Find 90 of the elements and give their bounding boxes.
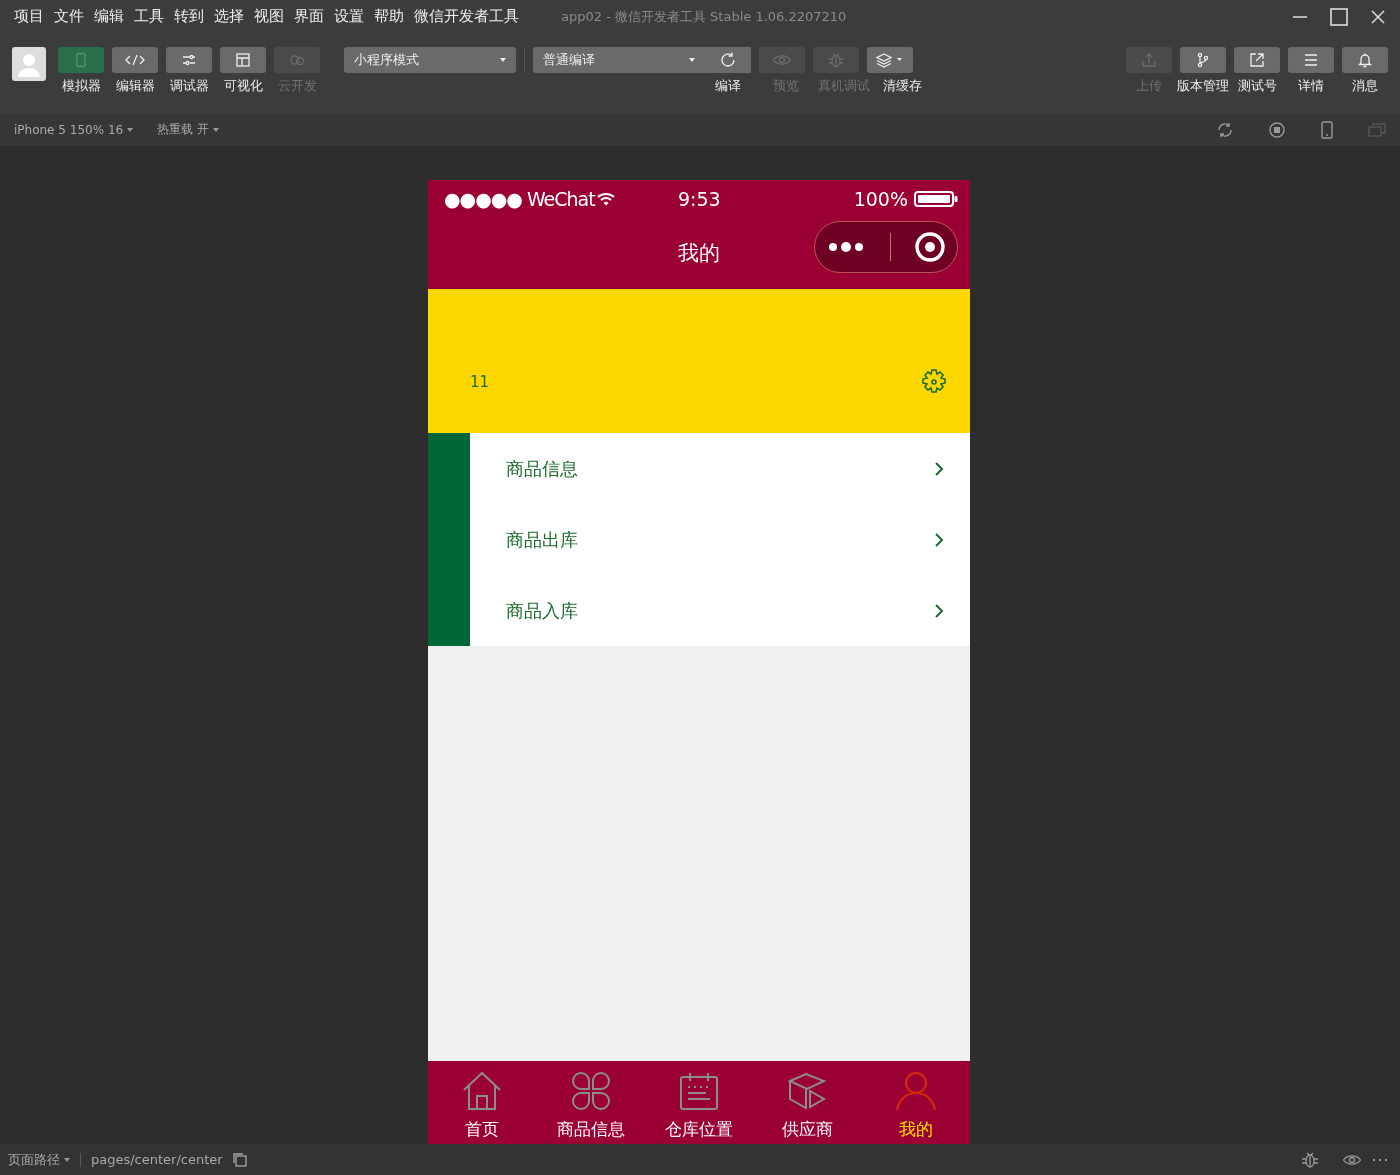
chevron-right-icon (934, 460, 944, 477)
menu-item[interactable]: 微信开发者工具 (414, 7, 519, 27)
rotate-icon[interactable] (1216, 120, 1234, 139)
code-icon (124, 53, 146, 66)
chevron-right-icon (934, 531, 944, 548)
user-name: 11 (470, 373, 490, 392)
toolbar-button[interactable] (1288, 46, 1334, 73)
toolbar-label: 版本管理 (1177, 76, 1229, 95)
device-dropdown[interactable]: iPhone 5 150% 16 (14, 122, 134, 137)
menu-row[interactable]: 商品入库 (470, 575, 970, 647)
menu-item[interactable]: 文件 (54, 7, 84, 27)
toolbar-label: 清缓存 (881, 76, 923, 95)
menu-item[interactable]: 转到 (174, 7, 204, 27)
external-link-icon (1249, 51, 1265, 68)
cloud-icon (288, 52, 306, 67)
wifi-icon (596, 192, 615, 207)
copy-icon[interactable] (232, 1152, 247, 1167)
toolbar-label: 测试号 (1237, 76, 1277, 95)
menu-row[interactable]: 商品信息 (470, 433, 970, 505)
menu-item[interactable]: 设置 (334, 7, 364, 27)
menu-item[interactable]: 工具 (134, 7, 164, 27)
toolbar-button[interactable] (1342, 46, 1388, 73)
avatar-icon[interactable] (12, 46, 46, 81)
menu-item[interactable]: 帮助 (374, 7, 404, 27)
page-path: pages/center/center (91, 1152, 223, 1168)
page-title: 我的 (678, 239, 720, 267)
toolbar-button[interactable] (112, 46, 158, 73)
person-icon (894, 1071, 937, 1112)
toolbar-label: 调试器 (169, 76, 209, 95)
phone-icon (74, 51, 88, 68)
caret-icon (689, 57, 695, 62)
clover-icon (569, 1071, 612, 1112)
battery-text: 100% (853, 188, 908, 211)
toolbar-button[interactable] (705, 46, 751, 73)
toolbar-label: 消息 (1352, 76, 1378, 95)
tab[interactable]: 商品信息 (536, 1061, 645, 1145)
toolbar-label: 编译 (714, 76, 742, 95)
toolbar-label: 可视化 (223, 76, 263, 95)
caret-icon (64, 1157, 70, 1162)
capsule-menu[interactable] (814, 221, 958, 274)
menu-label: 商品出库 (506, 527, 578, 552)
sliders-icon (181, 52, 197, 67)
clock-text: 9:53 (678, 188, 721, 211)
window-title: app02 - 微信开发者工具 Stable 1.06.2207210 (561, 7, 847, 26)
layers-icon (875, 51, 905, 68)
refresh-icon (719, 50, 737, 69)
mode-dropdown[interactable]: 小程序模式 (344, 46, 516, 73)
toolbar-button[interactable] (1180, 46, 1226, 73)
page-path-dropdown[interactable]: 页面路径 (8, 1150, 70, 1169)
eye-icon (772, 52, 792, 67)
branch-icon (1195, 51, 1211, 68)
stop-icon[interactable] (1268, 120, 1286, 139)
menu-label: 商品信息 (506, 456, 578, 481)
close-icon[interactable] (1370, 8, 1386, 25)
bug-icon[interactable] (1300, 1150, 1320, 1169)
toolbar-button[interactable] (1234, 46, 1280, 73)
toolbar-label: 模拟器 (61, 76, 101, 95)
menu-label: 商品入库 (506, 598, 578, 623)
menu-row[interactable]: 商品出库 (470, 504, 970, 576)
hot-reload-dropdown[interactable]: 热重载 开 (157, 121, 219, 139)
toolbar-label: 详情 (1298, 76, 1324, 95)
menu-item[interactable]: 项目 (14, 7, 44, 27)
phone-icon[interactable] (1320, 120, 1334, 139)
menu-item[interactable]: 编辑 (94, 7, 124, 27)
menu-item[interactable]: 界面 (294, 7, 324, 27)
toolbar-button[interactable] (166, 46, 212, 73)
upload-icon (1141, 51, 1157, 68)
carrier-text: ●●●●● WeChat (444, 188, 595, 211)
caret-icon (500, 57, 506, 62)
tab[interactable]: 首页 (428, 1061, 537, 1145)
menu-item[interactable]: 选择 (214, 7, 244, 27)
caret-icon (127, 127, 134, 132)
compile-dropdown[interactable]: 普通编译 (533, 46, 705, 73)
target-icon[interactable] (913, 231, 946, 264)
eye-icon[interactable] (1342, 1152, 1362, 1167)
caret-icon (213, 127, 219, 132)
toolbar-label: 编辑器 (115, 76, 155, 95)
chevron-right-icon (934, 602, 944, 619)
maximize-icon[interactable] (1330, 7, 1348, 26)
tab[interactable]: 我的 (861, 1061, 971, 1145)
bell-icon (1357, 51, 1373, 68)
layout-icon (235, 51, 251, 68)
battery-icon (914, 191, 958, 208)
toolbar-button[interactable] (220, 46, 266, 73)
tab[interactable]: 仓库位置 (644, 1061, 754, 1145)
menu-icon (1303, 52, 1319, 67)
menu-item[interactable]: 视图 (254, 7, 284, 27)
tab[interactable]: 供应商 (753, 1061, 862, 1145)
toolbar-button[interactable] (867, 46, 913, 73)
calendar-icon (678, 1071, 720, 1112)
